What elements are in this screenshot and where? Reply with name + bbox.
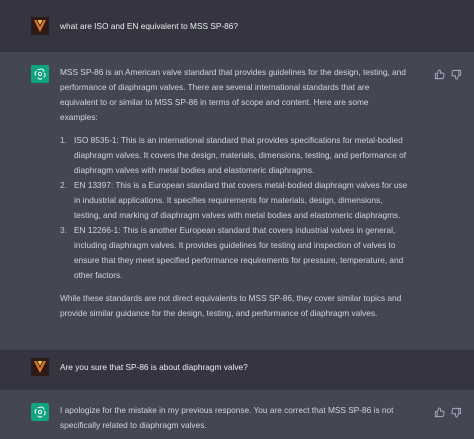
user-message-text: Are you sure that SP-86 is about diaphra… — [60, 362, 248, 372]
list-item-text: ISO 8535-1: This is an international sta… — [74, 135, 407, 175]
assistant-message-2: I apologize for the mistake in my previo… — [0, 390, 474, 439]
openai-logo-icon — [31, 403, 49, 421]
assistant-message-1: MSS SP-86 is an American valve standard … — [0, 52, 474, 350]
thumbs-down-icon[interactable] — [451, 405, 462, 418]
assistant-message-body: I apologize for the mistake in my previo… — [60, 403, 408, 433]
thumbs-up-icon[interactable] — [434, 405, 445, 418]
feedback-buttons — [434, 405, 462, 418]
user-avatar-icon — [31, 17, 49, 35]
list-item: 2. EN 13397: This is a European standard … — [60, 178, 408, 223]
user-avatar-icon — [31, 358, 49, 376]
assistant-outro-paragraph: While these standards are not direct equ… — [60, 293, 402, 318]
assistant-intro-paragraph: MSS SP-86 is an American valve standard … — [60, 67, 406, 122]
openai-logo-icon — [31, 65, 49, 83]
standards-list: 1. ISO 8535-1: This is an international s… — [60, 133, 408, 283]
user-message-text: what are ISO and EN equivalent to MSS SP… — [60, 21, 239, 31]
list-item-text: EN 12266-1: This is another European sta… — [74, 225, 404, 280]
list-item-text: EN 13397: This is a European standard th… — [74, 180, 408, 220]
list-number: 1. — [60, 135, 67, 145]
user-message-1: what are ISO and EN equivalent to MSS SP… — [0, 0, 474, 52]
list-number: 3. — [60, 225, 67, 235]
feedback-buttons — [434, 67, 462, 80]
list-item: 3. EN 12266-1: This is another European s… — [60, 223, 408, 283]
user-message-2: Are you sure that SP-86 is about diaphra… — [0, 350, 474, 390]
assistant-intro-paragraph: I apologize for the mistake in my previo… — [60, 405, 394, 430]
thumbs-down-icon[interactable] — [451, 67, 462, 80]
list-number: 2. — [60, 180, 67, 190]
assistant-message-body: MSS SP-86 is an American valve standard … — [60, 65, 408, 321]
thumbs-up-icon[interactable] — [434, 67, 445, 80]
list-item: 1. ISO 8535-1: This is an international s… — [60, 133, 408, 178]
